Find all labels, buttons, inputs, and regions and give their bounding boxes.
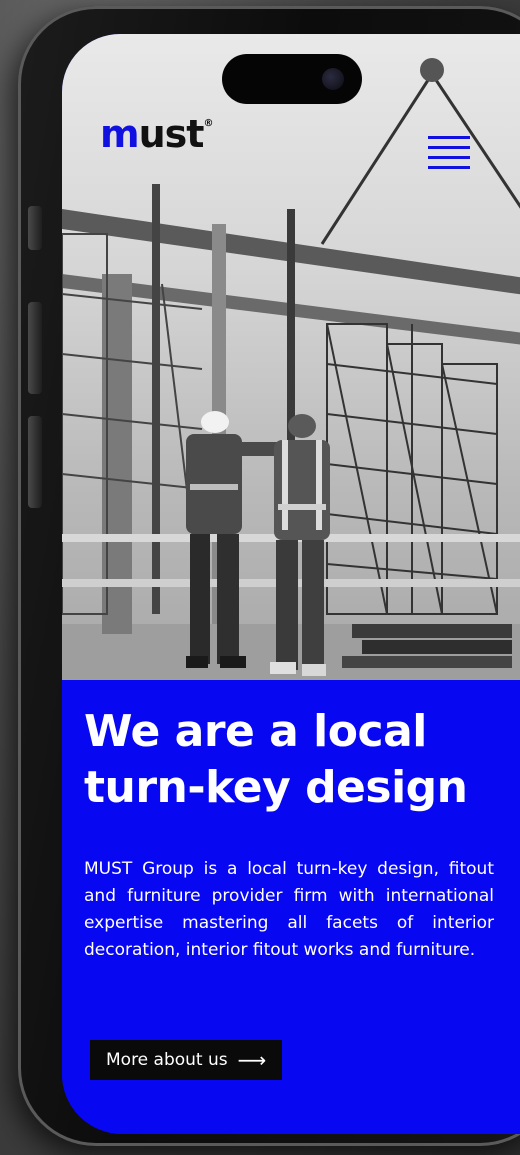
logo-mark: m xyxy=(100,112,140,156)
phone-screen: must® We are a local turn-key design MUS… xyxy=(62,34,520,1134)
dynamic-island xyxy=(222,54,362,104)
scaffolding xyxy=(326,323,498,615)
crane-hook xyxy=(420,58,444,82)
menu-bar xyxy=(428,156,470,159)
more-about-us-button[interactable]: More about us ⟶ xyxy=(90,1040,283,1080)
menu-bar xyxy=(428,166,470,169)
intro-section: We are a local turn-key design MUST Grou… xyxy=(62,680,520,1134)
menu-bar xyxy=(428,136,470,139)
logo-wordmark: ust xyxy=(138,112,205,156)
hero-image: must® xyxy=(62,34,520,694)
logo-registered-mark: ® xyxy=(203,118,213,129)
phone-mute-switch xyxy=(28,206,42,250)
stacked-pipes xyxy=(342,624,512,668)
front-camera xyxy=(322,68,344,90)
phone-volume-down-button xyxy=(28,416,42,508)
steel-column xyxy=(152,184,160,614)
hamburger-menu-icon[interactable] xyxy=(428,136,470,169)
arrow-right-icon: ⟶ xyxy=(237,1048,267,1072)
intro-description: MUST Group is a local turn-key design, f… xyxy=(84,859,494,960)
phone-volume-up-button xyxy=(28,302,42,394)
cta-label: More about us xyxy=(106,1050,228,1070)
page-headline: We are a local turn-key design xyxy=(84,706,468,813)
device-mockup-scene: must® We are a local turn-key design MUS… xyxy=(0,0,520,1155)
menu-bar xyxy=(428,146,470,149)
brand-logo[interactable]: must® xyxy=(100,112,213,156)
